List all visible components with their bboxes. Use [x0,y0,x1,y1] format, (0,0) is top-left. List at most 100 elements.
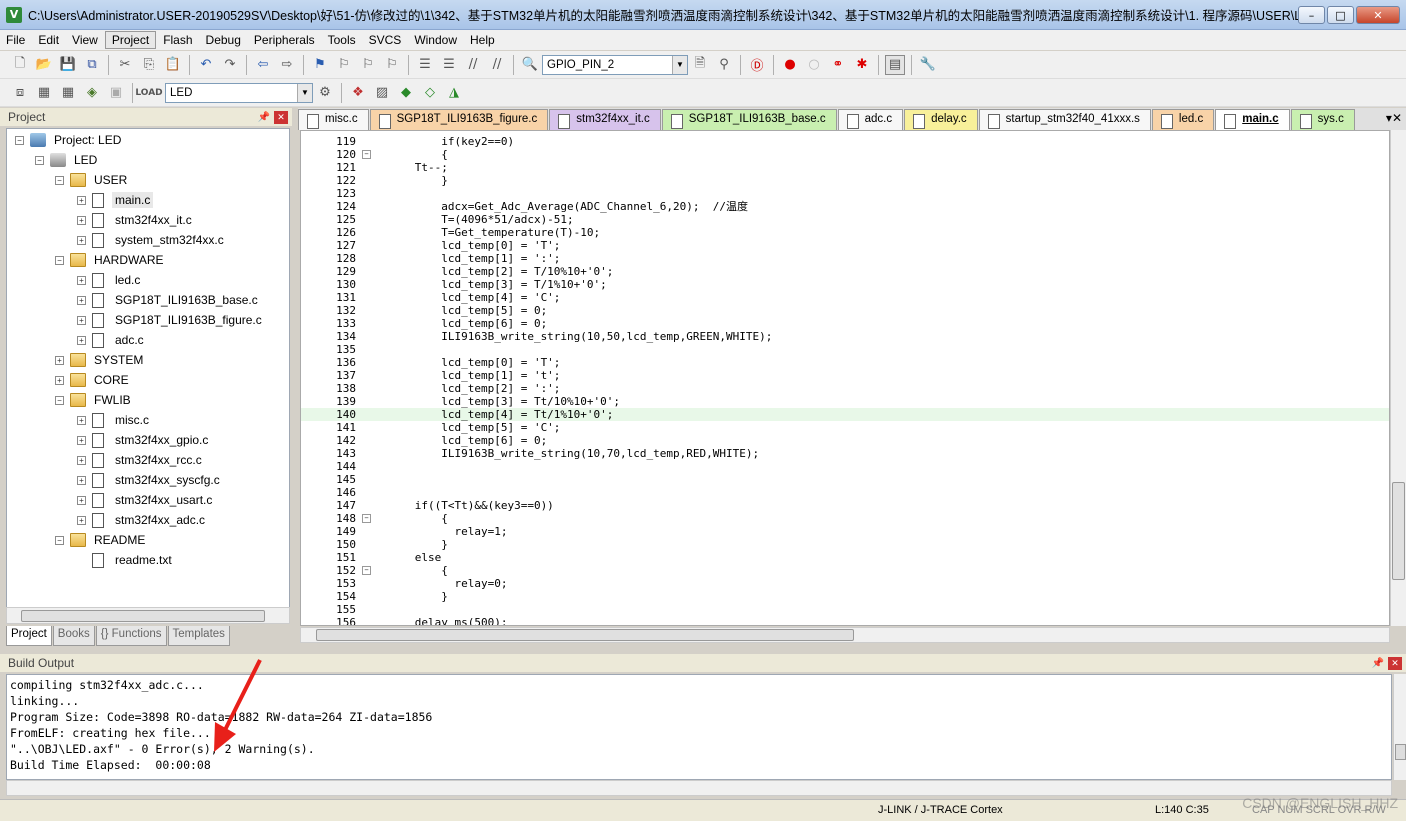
tree-file-item[interactable]: + system_stm32f4xx.c [77,230,227,250]
unindent-icon[interactable]: ☰ [439,55,459,75]
scroll-thumb[interactable] [21,610,265,622]
paste-icon[interactable]: 📋 [163,55,183,75]
rebuild-icon[interactable]: ▦ [58,83,78,103]
expand-toggle-icon[interactable]: + [77,315,86,325]
close-panel-icon[interactable]: ✕ [274,110,288,124]
tree-file-item[interactable]: + led.c [77,270,143,290]
copy-icon[interactable]: ⎘ [139,55,159,75]
start-debug-icon[interactable]: Ⓓ [747,55,767,75]
incremental-find-icon[interactable]: ⚲ [714,55,734,75]
scroll-thumb[interactable] [1392,482,1405,580]
chevron-down-icon[interactable]: ▼ [672,55,687,74]
collapse-toggle-icon[interactable]: − [55,175,64,185]
maximize-button[interactable]: □ [1327,6,1354,24]
expand-toggle-icon[interactable]: + [77,295,86,305]
editor-tab[interactable]: delay.c [904,109,978,130]
build-output-hscroll[interactable] [6,780,1392,796]
comment-icon[interactable]: // [463,55,483,75]
menu-svcs[interactable]: SVCS [363,32,408,48]
menu-help[interactable]: Help [464,32,501,48]
tab-functions[interactable]: {} Functions [95,626,167,646]
prev-bookmark-icon[interactable]: ⚐ [334,55,354,75]
expand-toggle-icon[interactable]: + [77,455,86,465]
window-layout-icon[interactable]: ▤ [885,54,905,75]
tree-file-item[interactable]: + adc.c [77,330,147,350]
editor-tab[interactable]: startup_stm32f40_41xxx.s [978,109,1151,130]
collapse-toggle-icon[interactable]: − [35,155,44,165]
manage-rte-icon[interactable]: ◆ [396,83,416,103]
close-panel-icon[interactable]: ✕ [1388,656,1402,670]
expand-toggle-icon[interactable]: + [77,515,86,525]
tree-file-item[interactable]: + stm32f4xx_adc.c [77,510,208,530]
expand-toggle-icon[interactable]: + [77,195,86,205]
collapse-toggle-icon[interactable]: − [15,135,24,145]
expand-toggle-icon[interactable]: + [77,495,86,505]
nav-forward-icon[interactable]: ⇨ [277,55,297,75]
disable-breakpoint-icon[interactable]: ○ [804,55,824,75]
find-combo[interactable]: GPIO_PIN_2 ▼ [542,54,688,75]
menu-tools[interactable]: Tools [322,32,362,48]
fold-toggle-icon[interactable]: − [362,150,371,159]
disable-all-breakpoints-icon[interactable]: ⚭ [828,55,848,75]
clear-bookmarks-icon[interactable]: ⚐ [382,55,402,75]
pin-icon[interactable]: 📌 [258,112,270,123]
project-hscroll[interactable] [6,607,290,624]
redo-icon[interactable]: ↷ [220,55,240,75]
component-icon[interactable]: ◮ [444,83,464,103]
find-icon[interactable]: 🔍 [520,55,540,75]
tree-folder-item[interactable]: − USER [55,170,130,190]
tree-folder-item[interactable]: − HARDWARE [55,250,167,270]
menu-peripherals[interactable]: Peripherals [248,32,321,48]
cut-icon[interactable]: ✂ [115,55,135,75]
tree-file-item[interactable]: + stm32f4xx_usart.c [77,490,215,510]
tree-file-item[interactable]: + stm32f4xx_syscfg.c [77,470,223,490]
menu-flash[interactable]: Flash [157,32,198,48]
fold-toggle-icon[interactable]: − [362,514,371,523]
expand-toggle-icon[interactable]: + [55,375,64,385]
tree-file-item[interactable]: + main.c [77,190,154,210]
expand-toggle-icon[interactable]: + [77,235,86,245]
editor-tab[interactable]: SGP18T_ILI9163B_figure.c [369,109,549,130]
build-icon[interactable]: ▦ [34,83,54,103]
menu-file[interactable]: File [0,32,31,48]
scroll-thumb[interactable] [316,629,854,641]
editor-tab[interactable]: misc.c [298,109,369,130]
bookmark-icon[interactable]: ⚑ [310,55,330,75]
tree-file-item[interactable]: readme.txt [77,550,175,570]
save-icon[interactable]: 💾 [58,55,78,75]
menu-window[interactable]: Window [408,32,463,48]
nav-back-icon[interactable]: ⇦ [253,55,273,75]
editor-tab[interactable]: stm32f4xx_it.c [549,109,661,130]
menu-edit[interactable]: Edit [32,32,65,48]
expand-toggle-icon[interactable]: + [77,415,86,425]
tree-file-item[interactable]: + SGP18T_ILI9163B_figure.c [77,310,265,330]
scroll-thumb[interactable] [1395,744,1406,760]
menu-debug[interactable]: Debug [200,32,247,48]
translate-icon[interactable]: ⧈ [10,83,30,103]
kill-all-breakpoints-icon[interactable]: ✱ [852,55,872,75]
expand-toggle-icon[interactable]: + [77,275,86,285]
menu-view[interactable]: View [66,32,104,48]
breakpoint-icon[interactable]: ● [780,55,800,75]
tree-folder-item[interactable]: − README [55,530,148,550]
target-select[interactable]: LED ▼ [165,82,313,103]
tab-project[interactable]: Project [6,626,52,646]
menu-project[interactable]: Project [104,31,157,49]
undo-icon[interactable]: ↶ [196,55,216,75]
download-icon[interactable]: LOAD [135,83,162,103]
tree-folder-item[interactable]: + CORE [55,370,132,390]
pack-installer-icon[interactable]: ◇ [420,83,440,103]
tree-file-item[interactable]: + stm32f4xx_it.c [77,210,195,230]
fold-toggle-icon[interactable]: − [362,566,371,575]
editor-tab[interactable]: SGP18T_ILI9163B_base.c [661,109,837,130]
collapse-toggle-icon[interactable]: − [55,535,64,545]
tree-file-item[interactable]: + misc.c [77,410,152,430]
collapse-toggle-icon[interactable]: − [55,395,64,405]
stop-build-icon[interactable]: ▣ [106,83,126,103]
minimize-button[interactable]: – [1298,6,1325,24]
expand-toggle-icon[interactable]: + [77,215,86,225]
tree-folder-item[interactable]: + SYSTEM [55,350,146,370]
tree-file-item[interactable]: + stm32f4xx_gpio.c [77,430,211,450]
manage-project-icon[interactable]: ❖ [348,83,368,103]
chevron-down-icon[interactable]: ▼ [297,83,312,102]
